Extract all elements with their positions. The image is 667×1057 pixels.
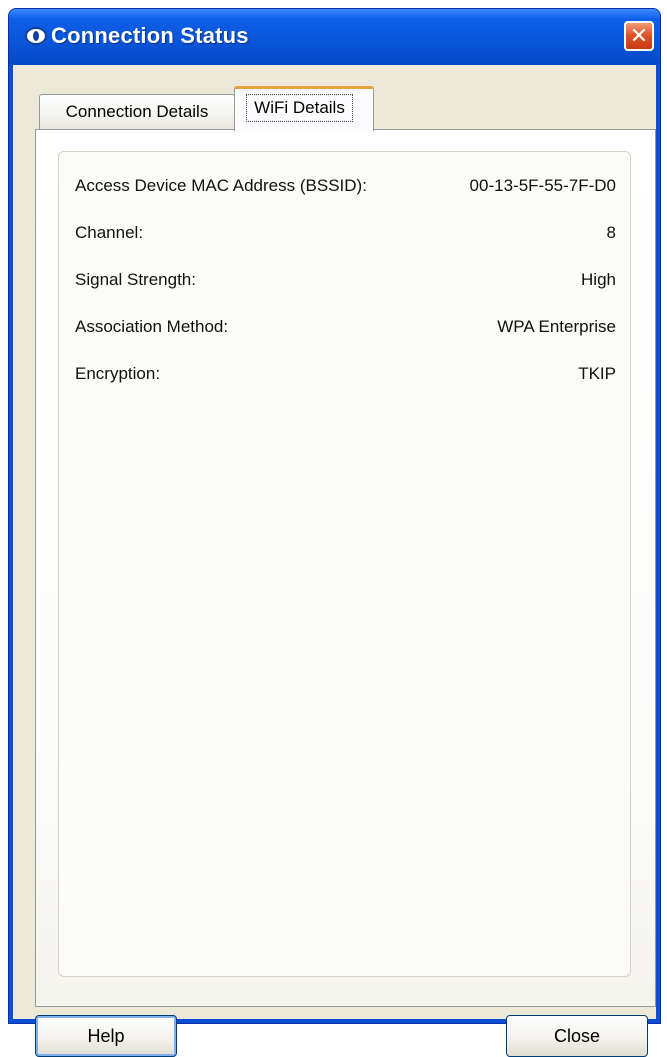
tab-wifi-details-label: WiFi Details xyxy=(246,94,353,122)
details-group-box: Access Device MAC Address (BSSID): 00-13… xyxy=(58,151,631,977)
title-bar[interactable]: Connection Status ✕ xyxy=(9,9,660,65)
help-button[interactable]: Help xyxy=(35,1015,177,1057)
dialog-body: Connection Details WiFi Details Access D… xyxy=(13,65,656,1057)
detail-value: WPA Enterprise xyxy=(497,317,616,336)
close-icon: ✕ xyxy=(629,23,649,48)
detail-value: 00-13-5F-55-7F-D0 xyxy=(469,176,616,195)
detail-value: 8 xyxy=(606,223,616,242)
detail-label: Channel: xyxy=(75,223,144,242)
title-close-button[interactable]: ✕ xyxy=(624,21,654,51)
detail-row-bssid: Access Device MAC Address (BSSID): 00-13… xyxy=(75,176,616,202)
detail-row-signal-strength: Signal Strength: High xyxy=(75,270,616,296)
detail-label: Association Method: xyxy=(75,317,229,336)
detail-label: Access Device MAC Address (BSSID): xyxy=(75,176,367,195)
tab-wifi-details[interactable]: WiFi Details xyxy=(234,86,374,131)
detail-row-association-method: Association Method: WPA Enterprise xyxy=(75,317,616,343)
detail-value: TKIP xyxy=(578,364,616,383)
detail-label: Encryption: xyxy=(75,364,161,383)
detail-value: High xyxy=(581,270,616,289)
connection-status-window: Connection Status ✕ Connection Details W… xyxy=(8,8,661,1057)
detail-row-encryption: Encryption: TKIP xyxy=(75,364,616,390)
window-title: Connection Status xyxy=(51,23,249,48)
tab-connection-details[interactable]: Connection Details xyxy=(39,94,235,130)
detail-label: Signal Strength: xyxy=(75,270,196,289)
detail-row-channel: Channel: 8 xyxy=(75,223,616,249)
close-button[interactable]: Close xyxy=(506,1015,648,1057)
network-globe-icon xyxy=(25,27,47,45)
wifi-details-panel: Access Device MAC Address (BSSID): 00-13… xyxy=(35,129,656,1007)
